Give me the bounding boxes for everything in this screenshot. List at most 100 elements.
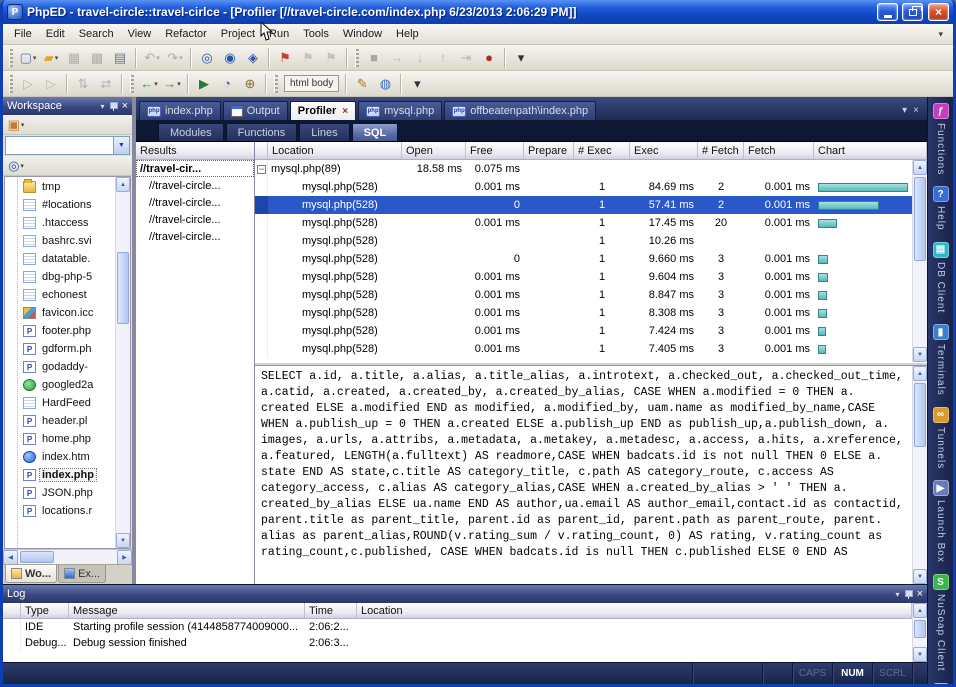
close-button[interactable]: × <box>928 3 949 21</box>
menu-item-edit[interactable]: Edit <box>39 25 72 43</box>
results-item[interactable]: //travel-circle... <box>136 211 254 228</box>
editor-tab-mysql-php[interactable]: mysql.php <box>358 101 442 120</box>
menu-overflow-chevron-icon[interactable]: ▾ <box>932 29 949 40</box>
save-file-button[interactable]: ▦ <box>63 47 85 69</box>
column-header-location[interactable]: Location <box>268 142 402 160</box>
dock-item-functions[interactable]: ƒFunctions <box>933 103 949 175</box>
workspace-tab-workspace[interactable]: Wo... <box>5 565 57 583</box>
profile-row[interactable]: mysql.php(528)019.660 ms30.001 ms <box>255 250 912 268</box>
minimize-button[interactable] <box>877 3 898 21</box>
view-in-browser-button[interactable]: ◍ <box>374 73 396 95</box>
profile-row[interactable]: mysql.php(528)0.001 ms17.405 ms30.001 ms <box>255 340 912 358</box>
log-row[interactable]: IDEStarting profile session (41448587740… <box>3 619 912 635</box>
tree-item-tmp[interactable]: tmp <box>5 178 115 196</box>
workspace-hscrollbar[interactable]: ◀ ▶ <box>3 549 132 564</box>
editor-tab-output[interactable]: Output <box>223 101 288 120</box>
profile-row[interactable]: mysql.php(528)0.001 ms19.604 ms30.001 ms <box>255 268 912 286</box>
start-debugger-button[interactable]: ▶ <box>193 73 215 95</box>
tree-item-godaddy[interactable]: godaddy- <box>5 358 115 376</box>
tab-close-icon[interactable]: × <box>342 106 348 117</box>
sql-scrollbar-up-arrow[interactable]: ▲ <box>913 366 927 381</box>
column-header-exec[interactable]: # Exec <box>574 142 630 160</box>
column-header-free[interactable]: Free <box>466 142 524 160</box>
table-scrollbar-track[interactable] <box>913 175 927 347</box>
profile-row[interactable]: mysql.php(528)0.001 ms18.847 ms30.001 ms <box>255 286 912 304</box>
sql-statement-text[interactable]: SELECT a.id, a.title, a.alias, a.title_a… <box>255 366 912 584</box>
menu-item-window[interactable]: Window <box>336 25 389 43</box>
toolbar-grip[interactable] <box>9 49 13 67</box>
run-file-button[interactable]: ▷ <box>17 73 39 95</box>
workspace-project-combo[interactable]: ▼ <box>5 136 130 155</box>
tree-item-locations[interactable]: #locations <box>5 196 115 214</box>
log-close-icon[interactable]: × <box>917 589 923 600</box>
tree-item-favicon-icc[interactable]: favicon.icc <box>5 304 115 322</box>
editor-tab-offbeatenpath-index-php[interactable]: offbeatenpath\index.php <box>444 101 596 120</box>
title-bar[interactable]: P PhpED - travel-circle::travel-cirlce -… <box>3 0 953 24</box>
results-item[interactable]: //travel-cir... <box>136 160 254 177</box>
column-header-open[interactable]: Open <box>402 142 466 160</box>
next-bookmark-button[interactable]: ⚑ <box>320 47 342 69</box>
tools-build-button[interactable]: ⊕ <box>239 73 261 95</box>
print-button[interactable]: ▤ <box>109 47 131 69</box>
workspace-scrollbar-thumb[interactable] <box>117 252 129 324</box>
workspace-filter-button[interactable]: ◎▾ <box>5 155 27 177</box>
combo-dropdown-icon[interactable]: ▼ <box>113 137 129 154</box>
workspace-scrollbar-down-arrow[interactable]: ▼ <box>116 533 130 548</box>
tab-close-all-icon[interactable]: × <box>913 105 919 116</box>
hscroll-right-arrow[interactable]: ▶ <box>117 550 132 565</box>
toolbar-options-2-button[interactable]: ▾ <box>406 73 428 95</box>
workspace-header[interactable]: Workspace ▾ × <box>3 97 132 115</box>
step-into-button[interactable]: ↓ <box>409 47 431 69</box>
menu-item-help[interactable]: Help <box>389 25 426 43</box>
profile-row[interactable]: −mysql.php(89)18.58 ms0.075 ms <box>255 160 912 178</box>
tree-item-index-php[interactable]: index.php <box>5 466 115 484</box>
profile-row[interactable]: mysql.php(528)110.26 ms <box>255 232 912 250</box>
nav-forward-button[interactable]: →▾ <box>161 73 183 95</box>
menu-item-file[interactable]: File <box>7 25 39 43</box>
hscroll-thumb[interactable] <box>20 551 54 563</box>
tree-item-index-htm[interactable]: index.htm <box>5 448 115 466</box>
tree-item-bashrc-svi[interactable]: bashrc.svi <box>5 232 115 250</box>
workspace-tab-explorer[interactable]: Ex... <box>58 565 106 583</box>
workspace-scrollbar[interactable]: ▲▼ <box>115 177 130 548</box>
log-column-header-message[interactable]: Message <box>69 603 305 619</box>
run-to-cursor-button[interactable]: ⇥ <box>455 47 477 69</box>
log-scrollbar-track[interactable] <box>913 618 927 647</box>
workspace-close-icon[interactable]: × <box>122 101 128 112</box>
hscroll-left-arrow[interactable]: ◀ <box>3 550 18 565</box>
toolbar-options-button[interactable]: ▾ <box>510 47 532 69</box>
toolbar-grip[interactable] <box>274 75 278 93</box>
menu-item-refactor[interactable]: Refactor <box>158 25 214 43</box>
profile-row[interactable]: mysql.php(528)0.001 ms184.69 ms20.001 ms <box>255 178 912 196</box>
log-scrollbar-up-arrow[interactable]: ▲ <box>913 603 927 618</box>
prev-bookmark-button[interactable]: ⚑ <box>297 47 319 69</box>
tree-item-footer-php[interactable]: footer.php <box>5 322 115 340</box>
dock-item-help[interactable]: ?Help <box>933 186 949 231</box>
profile-row[interactable]: mysql.php(528)0.001 ms17.424 ms30.001 ms <box>255 322 912 340</box>
workspace-pin-icon[interactable] <box>109 102 118 111</box>
toggle-bookmark-button[interactable]: ⚑ <box>274 47 296 69</box>
tree-item-htaccess[interactable]: .htaccess <box>5 214 115 232</box>
log-header[interactable]: Log ▾ × <box>3 585 927 603</box>
open-file-button[interactable]: ▰▾ <box>40 47 62 69</box>
dock-item-db-client[interactable]: ▤DB Client <box>933 242 949 313</box>
undo-button[interactable]: ↶▾ <box>141 47 163 69</box>
step-out-button[interactable]: ↑ <box>432 47 454 69</box>
log-column-header-type[interactable]: Type <box>21 603 69 619</box>
workspace-scrollbar-track[interactable] <box>116 192 130 533</box>
table-scrollbar[interactable]: ▲▼ <box>912 160 927 362</box>
save-all-button[interactable]: ▩ <box>86 47 108 69</box>
tree-item-echonest[interactable]: echonest <box>5 286 115 304</box>
log-row[interactable]: Debug...Debug session finished2:06:3... <box>3 635 912 651</box>
profiler-tab-sql[interactable]: SQL <box>352 123 399 141</box>
profiler-tab-lines[interactable]: Lines <box>299 123 349 141</box>
restore-button[interactable] <box>902 3 923 21</box>
results-header[interactable]: Results <box>136 142 254 160</box>
results-item[interactable]: //travel-circle... <box>136 228 254 245</box>
tree-item-dbg-php-5[interactable]: dbg-php-5 <box>5 268 115 286</box>
upload-file-button[interactable]: ⇅ <box>72 73 94 95</box>
tag-path-box[interactable]: html body <box>284 75 339 92</box>
tree-item-googled2a[interactable]: googled2a <box>5 376 115 394</box>
step-over-button[interactable]: → <box>386 47 408 69</box>
workspace-scrollbar-up-arrow[interactable]: ▲ <box>116 177 130 192</box>
